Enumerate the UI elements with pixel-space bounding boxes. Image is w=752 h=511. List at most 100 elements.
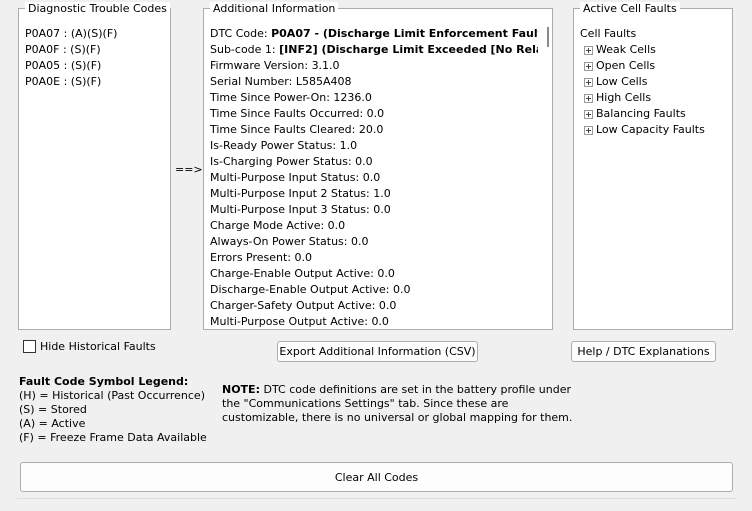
dtc-list-item[interactable]: P0A07 : (A)(S)(F) — [25, 26, 166, 42]
info-line: Multi-Purpose Input Status: 0.0 — [210, 170, 538, 186]
info-line-label: Multi-Purpose Input Status: — [210, 171, 363, 184]
info-line: Charge Mode Active: 0.0 — [210, 218, 538, 234]
info-line: Sub-code 1: [INF2] (Discharge Limit Exce… — [210, 42, 538, 58]
info-line-value: [INF2] (Discharge Limit Exceeded [No Rel… — [279, 43, 538, 56]
info-line-label: Time Since Faults Occurred: — [210, 107, 367, 120]
info-line: Serial Number: L585A408 — [210, 74, 538, 90]
info-line-value: L585A408 — [295, 75, 352, 88]
tree-item-label: Low Cells — [596, 75, 648, 88]
info-line: Multi-Purpose Output Active: 0.0 — [210, 314, 538, 327]
info-line-value: 0.0 — [373, 203, 391, 216]
info-line: Charge-Enable Output Active: 0.0 — [210, 266, 538, 282]
additional-info-panel: Additional Information DTC Code: P0A07 -… — [203, 2, 553, 330]
dtc-list-item[interactable]: P0A0F : (S)(F) — [25, 42, 166, 58]
legend-item: (F) = Freeze Frame Data Available — [19, 431, 207, 444]
arrow-indicator: ==> — [175, 163, 203, 176]
info-line-label: Multi-Purpose Input 3 Status: — [210, 203, 374, 216]
info-line-label: Firmware Version: — [210, 59, 312, 72]
info-line-label: Time Since Power-On: — [210, 91, 334, 104]
legend-title: Fault Code Symbol Legend: — [19, 375, 189, 388]
info-line-label: Charge-Enable Output Active: — [210, 267, 378, 280]
expand-plus-icon[interactable] — [584, 93, 593, 103]
info-line-label: Multi-Purpose Output Active: — [210, 315, 372, 327]
info-line-label: Is-Ready Power Status: — [210, 139, 340, 152]
info-line-label: Sub-code 1: — [210, 43, 280, 56]
export-csv-button[interactable]: Export Additional Information (CSV) — [277, 341, 478, 362]
cell-faults-tree[interactable]: Active Cell Faults Cell Faults Weak Cell… — [573, 2, 733, 330]
tree-item-balancing-faults[interactable]: Balancing Faults — [580, 106, 728, 122]
note-label: NOTE: — [222, 383, 260, 396]
tree-item-weak-cells[interactable]: Weak Cells — [580, 42, 728, 58]
info-line-value: 3.1.0 — [311, 59, 340, 72]
tree-item-low-cells[interactable]: Low Cells — [580, 74, 728, 90]
expand-plus-icon[interactable] — [584, 45, 593, 55]
cell-faults-title: Active Cell Faults — [580, 2, 680, 15]
info-line-label: Charge Mode Active: — [210, 219, 328, 232]
info-line-value: 0.0 — [371, 315, 389, 327]
expand-plus-icon[interactable] — [584, 125, 593, 135]
info-line: Time Since Faults Cleared: 20.0 — [210, 122, 538, 138]
info-line-label: Time Since Faults Cleared: — [210, 123, 359, 136]
hide-historical-label: Hide Historical Faults — [40, 340, 156, 353]
info-line: Is-Charging Power Status: 0.0 — [210, 154, 538, 170]
fault-legend: Fault Code Symbol Legend: (H) = Historic… — [19, 374, 207, 445]
cell-faults-tree-list: Cell Faults Weak Cells Open Cells Low Ce… — [580, 26, 728, 138]
bottom-divider — [17, 498, 737, 499]
info-line: Time Since Power-On: 1236.0 — [210, 90, 538, 106]
expand-plus-icon[interactable] — [584, 61, 593, 71]
info-line: DTC Code: P0A07 - (Discharge Limit Enfor… — [210, 26, 538, 42]
tree-item-low-capacity-faults[interactable]: Low Capacity Faults — [580, 122, 728, 138]
info-line: Charger-Safety Output Active: 0.0 — [210, 298, 538, 314]
info-line-value: 0.0 — [366, 107, 385, 120]
tree-root-cell-faults[interactable]: Cell Faults — [580, 26, 728, 42]
info-line-label: Is-Charging Power Status: — [210, 155, 356, 168]
info-line-label: Errors Present: — [210, 251, 295, 264]
expand-plus-icon[interactable] — [584, 77, 593, 87]
tree-item-label: Open Cells — [596, 59, 656, 72]
info-line-value: 0.0 — [377, 267, 395, 280]
dtc-list-item[interactable]: P0A05 : (S)(F) — [25, 58, 166, 74]
additional-info-list: DTC Code: P0A07 - (Discharge Limit Enfor… — [210, 26, 538, 327]
info-line-value: 0.0 — [350, 235, 369, 248]
legend-item: (A) = Active — [19, 417, 86, 430]
info-line: Multi-Purpose Input 2 Status: 1.0 — [210, 186, 538, 202]
info-line-value: 1236.0 — [333, 91, 372, 104]
info-line: Multi-Purpose Input 3 Status: 0.0 — [210, 202, 538, 218]
info-line-label: Always-On Power Status: — [210, 235, 351, 248]
info-line-value: 0.0 — [362, 171, 381, 184]
info-line-value: 1.0 — [373, 187, 391, 200]
info-line: Time Since Faults Occurred: 0.0 — [210, 106, 538, 122]
info-line-value: 0.0 — [378, 299, 397, 312]
tree-item-label: Weak Cells — [596, 43, 656, 56]
clear-all-codes-button[interactable]: Clear All Codes — [20, 462, 733, 492]
info-scrollbar[interactable] — [539, 10, 551, 328]
info-line-label: Discharge-Enable Output Active: — [210, 283, 393, 296]
info-line-value: 0.0 — [392, 283, 411, 296]
info-scrollbar-thumb[interactable] — [547, 27, 549, 47]
tree-item-label: High Cells — [596, 91, 652, 104]
checkbox-box[interactable] — [23, 340, 36, 353]
tree-item-open-cells[interactable]: Open Cells — [580, 58, 728, 74]
help-dtc-button[interactable]: Help / DTC Explanations — [571, 341, 716, 362]
info-line: Always-On Power Status: 0.0 — [210, 234, 538, 250]
dtc-listbox[interactable]: Diagnostic Trouble Codes P0A07 : (A)(S)(… — [18, 2, 171, 330]
info-line: Discharge-Enable Output Active: 0.0 — [210, 282, 538, 298]
note-text: NOTE: DTC code definitions are set in th… — [222, 383, 582, 425]
dtc-group-title: Diagnostic Trouble Codes — [25, 2, 170, 15]
dtc-list-item[interactable]: P0A0E : (S)(F) — [25, 74, 166, 90]
info-line-label: Charger-Safety Output Active: — [210, 299, 379, 312]
expand-plus-icon[interactable] — [584, 109, 593, 119]
info-line-value: 0.0 — [327, 219, 346, 232]
legend-item: (H) = Historical (Past Occurrence) — [19, 389, 205, 402]
tree-item-high-cells[interactable]: High Cells — [580, 90, 728, 106]
tree-item-label: Balancing Faults — [596, 107, 686, 120]
info-line-value: 20.0 — [358, 123, 384, 136]
dtc-list: P0A07 : (A)(S)(F) P0A0F : (S)(F) P0A05 :… — [25, 26, 166, 90]
info-line-value: 0.0 — [294, 251, 313, 264]
legend-item: (S) = Stored — [19, 403, 87, 416]
info-line-label: Multi-Purpose Input 2 Status: — [210, 187, 374, 200]
hide-historical-checkbox[interactable]: Hide Historical Faults — [23, 340, 156, 353]
additional-info-title: Additional Information — [210, 2, 339, 15]
info-line-label: Serial Number: — [210, 75, 296, 88]
info-line-value: P0A07 - (Discharge Limit Enforcement Fau… — [271, 27, 538, 40]
